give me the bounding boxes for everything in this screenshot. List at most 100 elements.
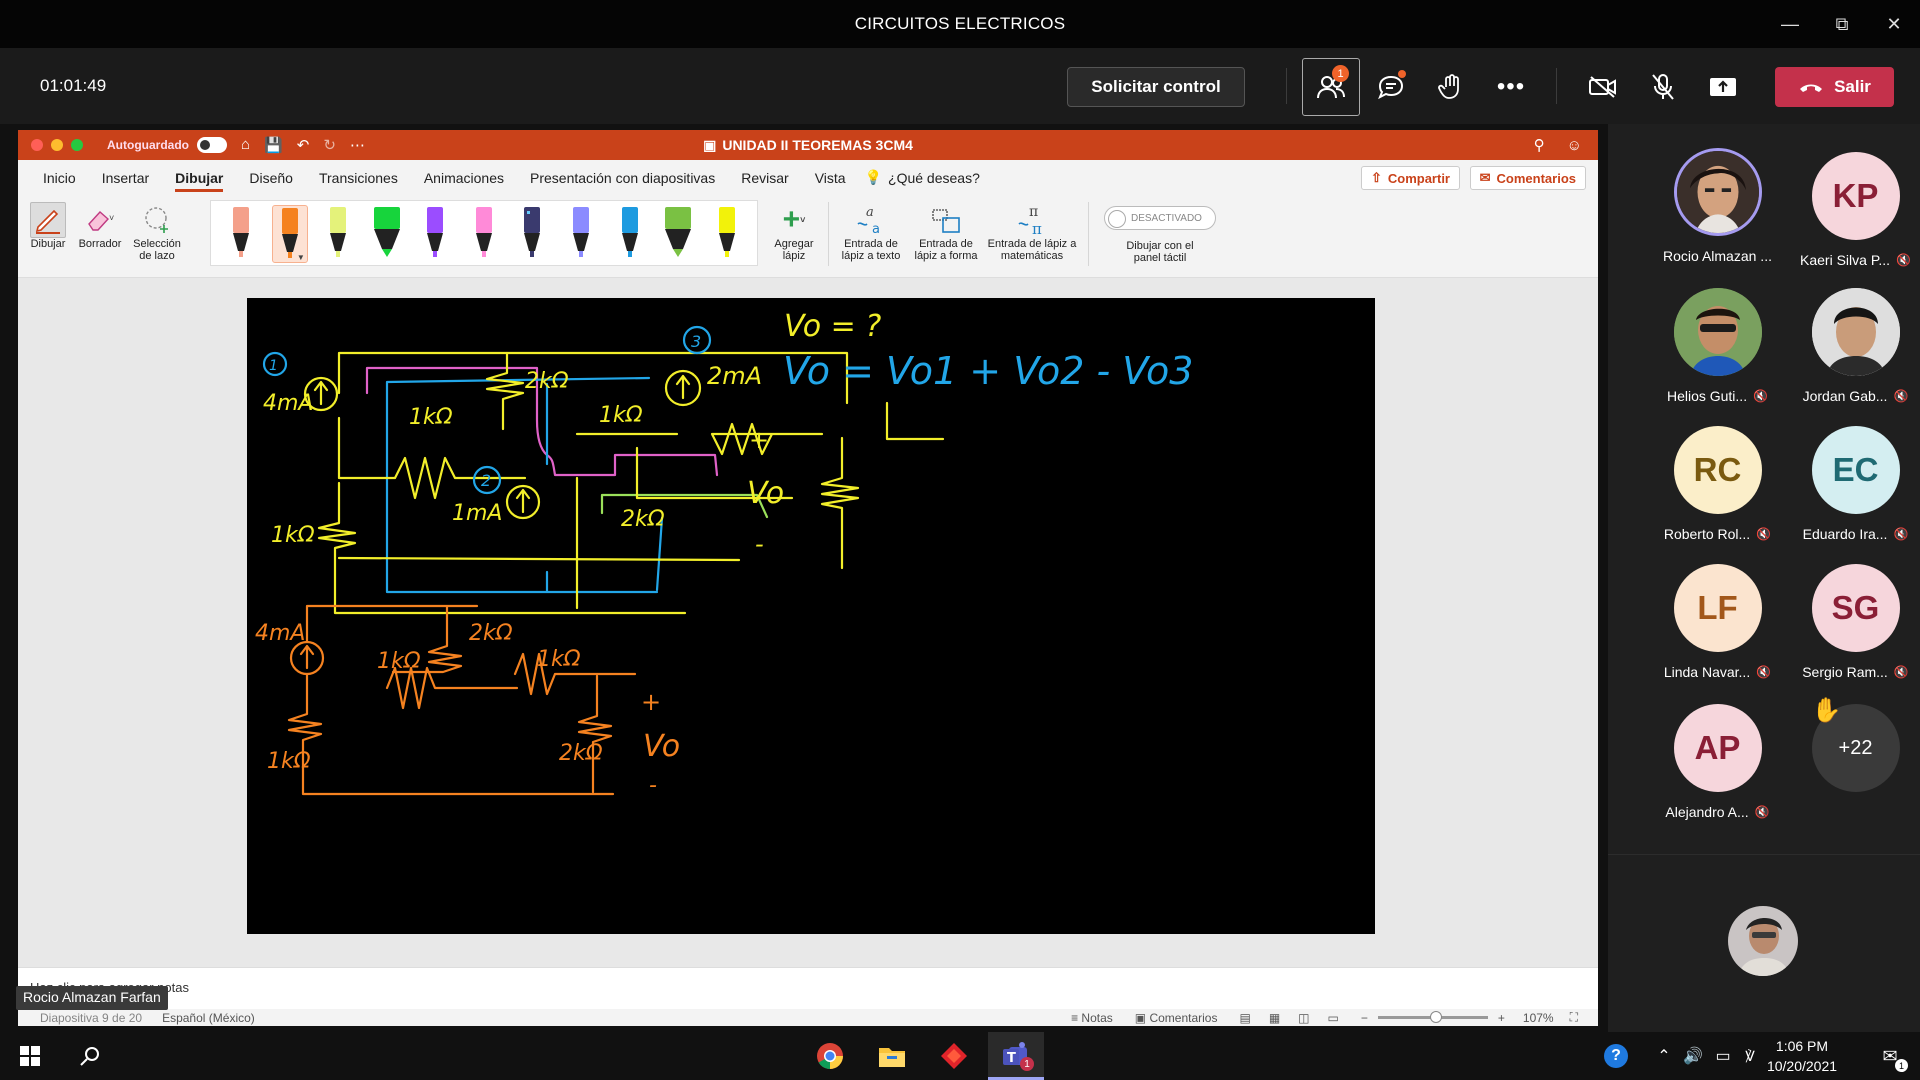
camera-button[interactable]: [1574, 58, 1632, 116]
system-clock[interactable]: 1:06 PM 10/20/2021: [1757, 1036, 1847, 1076]
highlighter-green[interactable]: [369, 205, 405, 263]
pen-purple[interactable]: [417, 205, 453, 263]
highlighter-lime[interactable]: [660, 205, 696, 263]
notes-toggle[interactable]: ≡ Notas: [1071, 1011, 1113, 1025]
slide-canvas[interactable]: Vo = ? Vo = Vo1 + Vo2 - Vo3 1 2 3 4mA 1m…: [247, 298, 1375, 934]
ribbon-tabs: Inicio Insertar Dibujar Diseño Transicio…: [18, 160, 1598, 194]
tab-insertar[interactable]: Insertar: [89, 170, 162, 194]
redo-icon[interactable]: ↻: [323, 136, 336, 154]
language-indicator[interactable]: Español (México): [162, 1011, 255, 1025]
lasso-tool[interactable]: Selección de lazo: [128, 202, 186, 262]
volume-tray[interactable]: 🔊: [1680, 1032, 1706, 1080]
question-icon: ?: [1604, 1044, 1628, 1068]
tab-animaciones[interactable]: Animaciones: [411, 170, 517, 194]
more-participants-tile[interactable]: +22 ✋: [1787, 697, 1920, 792]
participant-tile[interactable]: RC Roberto Rol... 🔇: [1649, 426, 1786, 542]
autosave-toggle[interactable]: [197, 137, 227, 153]
participant-tile[interactable]: AP Alejandro A... 🔇: [1649, 704, 1786, 820]
ink-to-shape-tool[interactable]: Entrada de lápiz a forma: [910, 202, 982, 262]
participant-tile[interactable]: Jordan Gab... 🔇: [1787, 288, 1920, 404]
taskbar-teams[interactable]: T 1: [988, 1032, 1044, 1080]
minimize-button[interactable]: —: [1764, 0, 1816, 48]
participant-tile[interactable]: SG Sergio Ram... 🔇: [1787, 564, 1920, 680]
participant-tile[interactable]: Helios Guti... 🔇: [1649, 288, 1786, 404]
close-dot[interactable]: [31, 139, 43, 151]
add-pen-tool[interactable]: + ˅ Agregar lápiz: [770, 202, 818, 263]
notification-center[interactable]: ✉ 1: [1862, 1032, 1918, 1080]
undo-icon[interactable]: ↶: [297, 136, 310, 154]
tray-chevron[interactable]: ⌃: [1654, 1032, 1674, 1080]
comments-toggle-label: Comentarios: [1149, 1010, 1218, 1025]
chat-button[interactable]: [1362, 58, 1420, 116]
slideshow-icon[interactable]: ▭: [1328, 1011, 1339, 1025]
pen-pink[interactable]: [466, 205, 502, 263]
zoom-thumb[interactable]: [1429, 1011, 1442, 1023]
microphone-button[interactable]: [1634, 58, 1692, 116]
share-people-icon[interactable]: ☺: [1567, 137, 1582, 154]
search-button[interactable]: [62, 1032, 118, 1080]
participant-tile[interactable]: KP Kaeri Silva P... 🔇: [1787, 152, 1920, 268]
participant-tile[interactable]: LF Linda Navar... 🔇: [1649, 564, 1786, 680]
ink-to-shape-label: Entrada de lápiz a forma: [914, 238, 978, 262]
home-icon[interactable]: ⌂: [241, 136, 250, 154]
save-icon[interactable]: 💾: [264, 136, 283, 154]
pen-lightyellow[interactable]: [320, 205, 356, 263]
share-button[interactable]: ⇧ Compartir: [1360, 166, 1460, 190]
self-video-preview[interactable]: [1728, 906, 1798, 976]
tab-presentacion[interactable]: Presentación con diapositivas: [517, 170, 728, 194]
pen-gallery: ▼: [210, 200, 758, 266]
notes-pane[interactable]: Haz clic para agregar notas: [18, 967, 1598, 1009]
zoom-in-button[interactable]: +: [1498, 1011, 1505, 1025]
minimize-dot[interactable]: [51, 139, 63, 151]
tab-revisar[interactable]: Revisar: [728, 170, 801, 194]
tab-vista[interactable]: Vista: [802, 170, 859, 194]
ink-to-math-tool[interactable]: ππ Entrada de lápiz a matemáticas: [986, 202, 1078, 262]
normal-view-icon[interactable]: ▤: [1239, 1011, 1250, 1025]
reactions-button[interactable]: [1422, 58, 1480, 116]
taskbar-file-explorer[interactable]: [864, 1032, 920, 1080]
tell-me-search[interactable]: ¿Qué deseas?: [888, 170, 986, 194]
search-icon[interactable]: ⚲: [1534, 136, 1545, 154]
comments-button[interactable]: ✉ Comentarios: [1469, 166, 1586, 190]
camera-off-icon: [1589, 76, 1616, 98]
zoom-dot[interactable]: [71, 139, 83, 151]
restore-button[interactable]: ⧉: [1816, 0, 1868, 48]
participant-tile[interactable]: EC Eduardo Ira... 🔇: [1787, 426, 1920, 542]
request-control-button[interactable]: Solicitar control: [1067, 67, 1245, 107]
more-options-button[interactable]: •••: [1482, 58, 1540, 116]
leave-button[interactable]: Salir: [1775, 67, 1894, 107]
comments-toggle[interactable]: ▣ Comentarios: [1135, 1011, 1218, 1025]
share-content-button[interactable]: [1694, 58, 1752, 116]
more-icon[interactable]: ⋯: [350, 136, 365, 154]
tab-inicio[interactable]: Inicio: [30, 170, 89, 194]
draw-tool[interactable]: Dibujar: [28, 202, 68, 250]
taskbar-chrome[interactable]: [802, 1032, 858, 1080]
taskbar-app-red[interactable]: [926, 1032, 982, 1080]
zoom-slider[interactable]: [1377, 1011, 1488, 1023]
reading-view-icon[interactable]: ◫: [1298, 1011, 1309, 1025]
pen-yellow[interactable]: [709, 205, 745, 263]
pen-periwinkle[interactable]: [563, 205, 599, 263]
zoom-level[interactable]: 107%: [1523, 1011, 1554, 1025]
participant-tile[interactable]: Rocio Almazan ...: [1649, 148, 1786, 264]
avatar-photo: [1811, 288, 1900, 376]
participants-button[interactable]: 1: [1302, 58, 1360, 116]
sorter-view-icon[interactable]: ▦: [1269, 1011, 1280, 1025]
title-right-icons: ⚲ ☺: [1534, 130, 1582, 160]
close-button[interactable]: ✕: [1868, 0, 1920, 48]
zoom-out-button[interactable]: −: [1361, 1011, 1368, 1025]
pen-galaxy[interactable]: [514, 205, 550, 263]
help-tray-icon[interactable]: ?: [1600, 1032, 1632, 1080]
ink-to-text-tool[interactable]: aa Entrada de lápiz a texto: [836, 202, 906, 262]
start-button[interactable]: [2, 1032, 58, 1080]
pen-orange-selected[interactable]: ▼: [271, 205, 308, 263]
pen-salmon[interactable]: [223, 205, 259, 263]
battery-tray[interactable]: ▭: [1710, 1032, 1736, 1080]
fit-slide-icon[interactable]: ⛶: [1570, 1010, 1578, 1025]
tab-dibujar[interactable]: Dibujar: [162, 170, 236, 194]
tab-diseno[interactable]: Diseño: [236, 170, 306, 194]
eraser-tool[interactable]: ˅ Borrador: [74, 202, 126, 250]
pen-blue[interactable]: [612, 205, 648, 263]
tab-transiciones[interactable]: Transiciones: [306, 170, 411, 194]
touchpad-draw-toggle[interactable]: DESACTIVADO: [1104, 206, 1216, 230]
